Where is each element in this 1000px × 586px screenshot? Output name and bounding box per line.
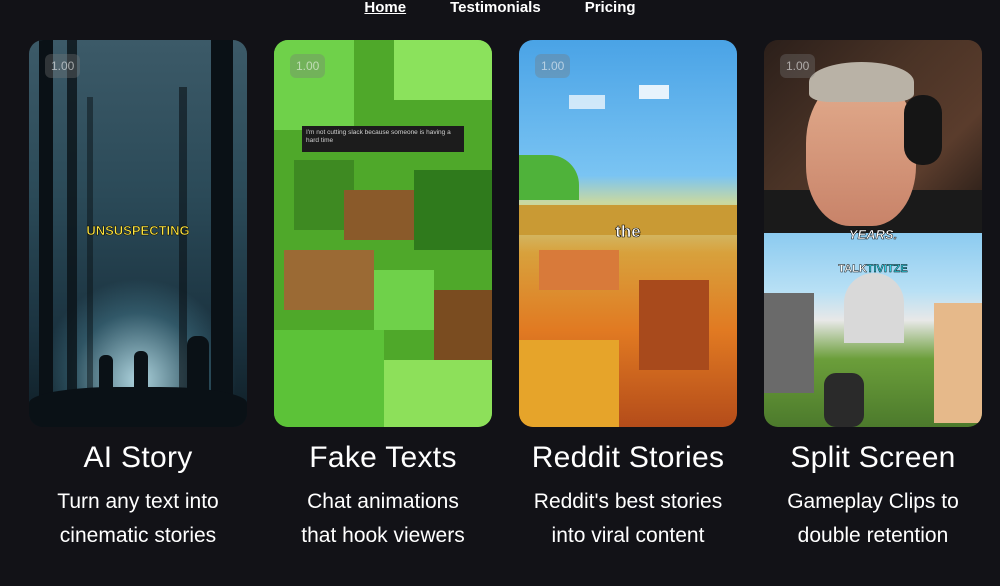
card-title: AI Story	[83, 441, 193, 474]
chat-message-bubble: I'm not cutting slack because someone is…	[302, 126, 464, 152]
top-nav: Home Testimonials Pricing	[0, 0, 1000, 20]
nav-testimonials-link[interactable]: Testimonials	[450, 0, 541, 20]
game-structure	[764, 293, 814, 393]
voxel-block	[434, 290, 492, 360]
card-description-line: Gameplay Clips to	[787, 490, 959, 513]
card-description: Chat animations that hook viewers	[301, 485, 464, 553]
figure-silhouette	[99, 355, 113, 397]
playback-speed-badge: 1.00	[290, 54, 326, 78]
card-description-line: cinematic stories	[59, 524, 217, 547]
nav-pricing-link[interactable]: Pricing	[585, 0, 636, 20]
caption-part-highlight: TIVITZE	[866, 263, 908, 275]
card-description-line: Turn any text into	[57, 490, 219, 513]
card-description: Gameplay Clips to double retention	[787, 485, 959, 553]
video-caption: YEARS.	[848, 227, 898, 243]
game-structure	[844, 273, 904, 343]
voxel-block	[414, 170, 492, 250]
voxel-block	[639, 280, 709, 370]
game-structure	[934, 303, 982, 423]
feature-cards: 1.00 UNSUSPECTING AI Story Turn any text…	[29, 40, 982, 553]
voxel-block	[344, 190, 414, 240]
split-screen-video-thumbnail[interactable]: 1.00 YEARS. TALKTIVITZE	[764, 40, 982, 427]
figure-silhouette	[187, 336, 209, 402]
card-description-line: double retention	[797, 524, 949, 547]
headphones-icon	[904, 95, 942, 165]
ai-story-video-thumbnail[interactable]: 1.00 UNSUSPECTING	[29, 40, 247, 427]
card-ai-story: 1.00 UNSUSPECTING AI Story Turn any text…	[29, 40, 247, 553]
voxel-block	[384, 360, 492, 427]
voxel-block	[519, 340, 619, 427]
voxel-hill	[519, 155, 579, 200]
card-split-screen: 1.00 YEARS. TALKTIVITZE Split Screen Gam…	[764, 40, 982, 553]
voxel-block	[394, 40, 492, 100]
card-title: Fake Texts	[309, 441, 457, 474]
card-title: Reddit Stories	[531, 441, 725, 474]
card-description-line: into viral content	[551, 524, 705, 547]
card-description: Turn any text into cinematic stories	[57, 485, 218, 553]
video-caption: UNSUSPECTING	[86, 223, 190, 239]
card-reddit-stories: 1.00 the Reddit Stories Reddit's best st…	[519, 40, 737, 553]
card-fake-texts: I'm not cutting slack because someone is…	[274, 40, 492, 553]
nav-home-link[interactable]: Home	[364, 0, 406, 20]
voxel-block	[374, 270, 434, 330]
figure-silhouette	[134, 351, 148, 397]
voxel-block	[284, 250, 374, 310]
voxel-block	[539, 250, 619, 290]
fake-texts-video-thumbnail[interactable]: I'm not cutting slack because someone is…	[274, 40, 492, 427]
card-description-line: Reddit's best stories	[533, 490, 723, 513]
card-description-line: Chat animations	[307, 490, 459, 513]
voxel-block	[274, 330, 384, 427]
speaker-hair	[809, 62, 914, 102]
card-description: Reddit's best stories into viral content	[534, 485, 722, 553]
card-title: Split Screen	[790, 441, 956, 474]
card-description-line: that hook viewers	[301, 524, 465, 547]
playback-speed-badge: 1.00	[45, 54, 81, 78]
video-caption: the	[615, 222, 641, 242]
tree-silhouette	[87, 97, 93, 427]
caption-part: TALK	[838, 263, 867, 275]
tree-silhouette	[179, 87, 187, 427]
cloud	[639, 85, 669, 99]
video-caption-secondary: TALKTIVITZE	[764, 263, 982, 275]
cloud	[569, 95, 605, 109]
player-character	[824, 373, 864, 427]
reddit-stories-video-thumbnail[interactable]: 1.00 the	[519, 40, 737, 427]
playback-speed-badge: 1.00	[535, 54, 571, 78]
playback-speed-badge: 1.00	[780, 54, 816, 78]
